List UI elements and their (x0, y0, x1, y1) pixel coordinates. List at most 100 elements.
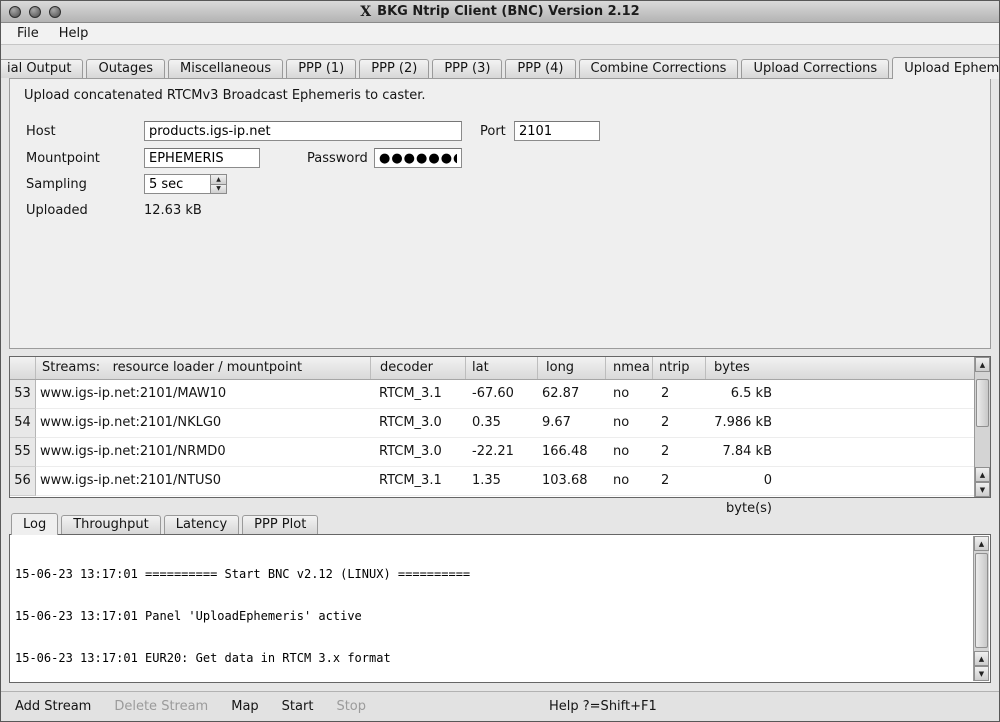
table-row[interactable]: 56 www.igs-ip.net:2101/NTUS0 RTCM_3.1 1.… (10, 467, 990, 496)
host-label: Host (26, 124, 56, 139)
close-button[interactable] (9, 6, 21, 18)
header-lat[interactable]: lat (466, 357, 538, 379)
tab-ppp-3[interactable]: PPP (3) (432, 59, 502, 78)
scrollbar-thumb[interactable] (975, 553, 988, 648)
window-title: BKG Ntrip Client (BNC) Version 2.12 (377, 4, 640, 19)
menu-bar: File Help (1, 23, 999, 45)
sampling-label: Sampling (26, 177, 87, 192)
scrollbar-up-button-2[interactable]: ▲ (975, 467, 990, 482)
cell-bytes: 6.5 kB (706, 380, 990, 409)
uploaded-value: 12.63 kB (144, 203, 202, 218)
minimize-button[interactable] (29, 6, 41, 18)
scrollbar-down-button[interactable]: ▼ (974, 666, 989, 681)
cell-bytes: 0 byte(s) (706, 467, 990, 496)
stop-button[interactable]: Stop (336, 699, 366, 714)
header-mountpoint[interactable]: Streams: resource loader / mountpoint (36, 357, 371, 379)
streams-vertical-scrollbar[interactable]: ▲ ▲ ▼ (974, 357, 990, 497)
panel-description: Upload concatenated RTCMv3 Broadcast Eph… (24, 88, 426, 103)
sampling-steppers: ▲ ▼ (210, 174, 227, 194)
row-number[interactable]: 55 (10, 438, 36, 467)
cell-mountpoint: www.igs-ip.net:2101/NTUS0 (36, 467, 371, 496)
port-input[interactable] (514, 121, 600, 141)
table-corner (10, 357, 36, 379)
header-ntrip[interactable]: ntrip (653, 357, 706, 379)
up-arrow-icon: ▲ (980, 471, 985, 479)
cell-ntrip: 2 (653, 467, 706, 496)
tab-combine-corrections[interactable]: Combine Corrections (579, 59, 739, 78)
table-row[interactable]: 54 www.igs-ip.net:2101/NKLG0 RTCM_3.0 0.… (10, 409, 990, 438)
log-viewport[interactable]: 15-06-23 13:17:01 ========== Start BNC v… (11, 536, 973, 681)
sampling-spinbox: ▲ ▼ (144, 174, 227, 194)
scrollbar-down-button[interactable]: ▼ (975, 482, 990, 497)
header-decoder[interactable]: decoder (371, 357, 466, 379)
row-number[interactable]: 56 (10, 467, 36, 496)
cell-lat: 0.35 (466, 409, 538, 438)
cell-decoder: RTCM_3.0 (371, 409, 466, 438)
zoom-button[interactable] (49, 6, 61, 18)
log-line: 15-06-23 13:17:01 EUR20: Get data in RTC… (15, 651, 973, 665)
tab-upload-corrections[interactable]: Upload Corrections (741, 59, 889, 78)
down-arrow-icon: ▼ (216, 185, 221, 192)
host-input[interactable] (144, 121, 462, 141)
cell-ntrip: 2 (653, 438, 706, 467)
map-button[interactable]: Map (231, 699, 258, 714)
header-nmea[interactable]: nmea (606, 357, 653, 379)
app-window: X BKG Ntrip Client (BNC) Version 2.12 Fi… (0, 0, 1000, 722)
cell-bytes: 7.84 kB (706, 438, 990, 467)
add-stream-button[interactable]: Add Stream (15, 699, 91, 714)
uploaded-label: Uploaded (26, 203, 88, 218)
cell-long: 166.48 (538, 438, 606, 467)
table-header-row: Streams: resource loader / mountpoint de… (10, 357, 990, 380)
mountpoint-input[interactable] (144, 148, 260, 168)
tab-miscellaneous[interactable]: Miscellaneous (168, 59, 283, 78)
tab-ppp-1[interactable]: PPP (1) (286, 59, 356, 78)
tab-ppp-plot[interactable]: PPP Plot (242, 515, 318, 534)
sampling-increment-button[interactable]: ▲ (210, 174, 227, 184)
log-line: 15-06-23 13:17:01 ========== Start BNC v… (15, 567, 973, 581)
bottom-tab-bar: Log Throughput Latency PPP Plot (11, 513, 321, 535)
row-number[interactable]: 53 (10, 380, 36, 409)
log-panel: 15-06-23 13:17:01 ========== Start BNC v… (9, 534, 991, 683)
tab-serial-output[interactable]: ial Output (1, 59, 83, 78)
up-arrow-icon: ▲ (979, 655, 984, 663)
table-row[interactable]: 53 www.igs-ip.net:2101/MAW10 RTCM_3.1 -6… (10, 380, 990, 409)
password-input[interactable] (374, 148, 462, 168)
cell-nmea: no (606, 380, 653, 409)
tab-outages[interactable]: Outages (86, 59, 165, 78)
scrollbar-up-button-2[interactable]: ▲ (974, 651, 989, 666)
cell-lat: -22.21 (466, 438, 538, 467)
cell-decoder: RTCM_3.1 (371, 380, 466, 409)
start-button[interactable]: Start (282, 699, 314, 714)
header-bytes[interactable]: bytes (706, 357, 990, 379)
bottom-toolbar: Add Stream Delete Stream Map Start Stop … (1, 691, 999, 721)
cell-mountpoint: www.igs-ip.net:2101/NKLG0 (36, 409, 371, 438)
menu-help[interactable]: Help (49, 24, 99, 43)
cell-lat: 1.35 (466, 467, 538, 496)
log-vertical-scrollbar[interactable]: ▲ ▲ ▼ (973, 536, 989, 681)
tab-throughput[interactable]: Throughput (61, 515, 161, 534)
scrollbar-up-button[interactable]: ▲ (975, 357, 990, 372)
sampling-decrement-button[interactable]: ▼ (210, 184, 227, 195)
cell-mountpoint: www.igs-ip.net:2101/NRMD0 (36, 438, 371, 467)
table-row[interactable]: 55 www.igs-ip.net:2101/NRMD0 RTCM_3.0 -2… (10, 438, 990, 467)
tab-latency[interactable]: Latency (164, 515, 239, 534)
tab-log[interactable]: Log (11, 513, 58, 535)
scrollbar-thumb[interactable] (976, 379, 989, 427)
scrollbar-up-button[interactable]: ▲ (974, 536, 989, 551)
row-number[interactable]: 54 (10, 409, 36, 438)
sampling-input[interactable] (144, 174, 210, 194)
cell-nmea: no (606, 438, 653, 467)
tab-ppp-2[interactable]: PPP (2) (359, 59, 429, 78)
up-arrow-icon: ▲ (979, 540, 984, 548)
title-bar: X BKG Ntrip Client (BNC) Version 2.12 (1, 1, 999, 23)
up-arrow-icon: ▲ (216, 176, 221, 183)
log-line: 15-06-23 13:17:01 Panel 'UploadEphemeris… (15, 609, 973, 623)
menu-file[interactable]: File (7, 24, 49, 43)
header-long[interactable]: long (538, 357, 606, 379)
cell-lat: -67.60 (466, 380, 538, 409)
streams-table: Streams: resource loader / mountpoint de… (9, 356, 991, 498)
tab-ppp-4[interactable]: PPP (4) (505, 59, 575, 78)
delete-stream-button[interactable]: Delete Stream (114, 699, 208, 714)
tab-upload-ephemeris[interactable]: Upload Ephemeris (892, 57, 1000, 79)
cell-nmea: no (606, 409, 653, 438)
